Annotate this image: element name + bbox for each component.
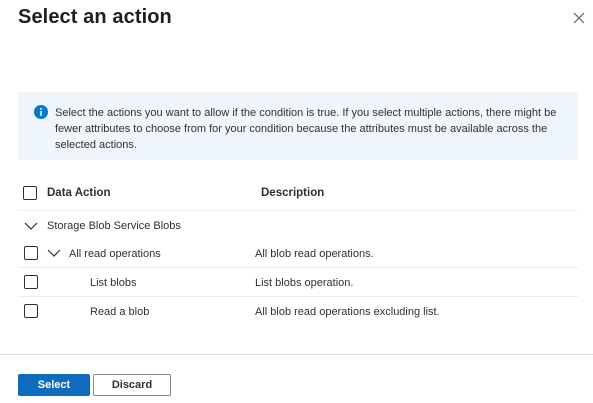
- row-checkbox[interactable]: [24, 246, 38, 260]
- footer-divider: [0, 354, 593, 355]
- row-action: Read a blob: [90, 306, 150, 318]
- dialog-title: Select an action: [18, 6, 172, 28]
- close-icon: [573, 12, 585, 24]
- row-description: List blobs operation.: [255, 277, 354, 289]
- row-description: All blob read operations excluding list.: [255, 306, 440, 318]
- info-icon: [34, 105, 48, 119]
- select-button[interactable]: Select: [18, 374, 90, 396]
- row-checkbox[interactable]: [24, 304, 38, 318]
- info-text: Select the actions you want to allow if …: [55, 107, 557, 151]
- row-action: All read operations: [69, 248, 161, 260]
- column-header-description: Description: [261, 187, 325, 199]
- row-checkbox[interactable]: [24, 275, 38, 289]
- close-button[interactable]: [569, 8, 589, 28]
- row-divider: [18, 296, 578, 297]
- info-message-bar: Select the actions you want to allow if …: [18, 92, 578, 160]
- row-description: All blob read operations.: [255, 248, 374, 260]
- column-header-data-action: Data Action: [47, 187, 111, 199]
- row-action: List blobs: [90, 277, 137, 289]
- discard-button[interactable]: Discard: [93, 374, 171, 396]
- select-all-checkbox[interactable]: [23, 186, 37, 200]
- row-divider: [18, 267, 578, 268]
- chevron-down-icon[interactable]: [24, 221, 38, 231]
- group-label: Storage Blob Service Blobs: [47, 220, 181, 232]
- header-divider: [18, 210, 578, 211]
- chevron-down-icon[interactable]: [47, 248, 61, 258]
